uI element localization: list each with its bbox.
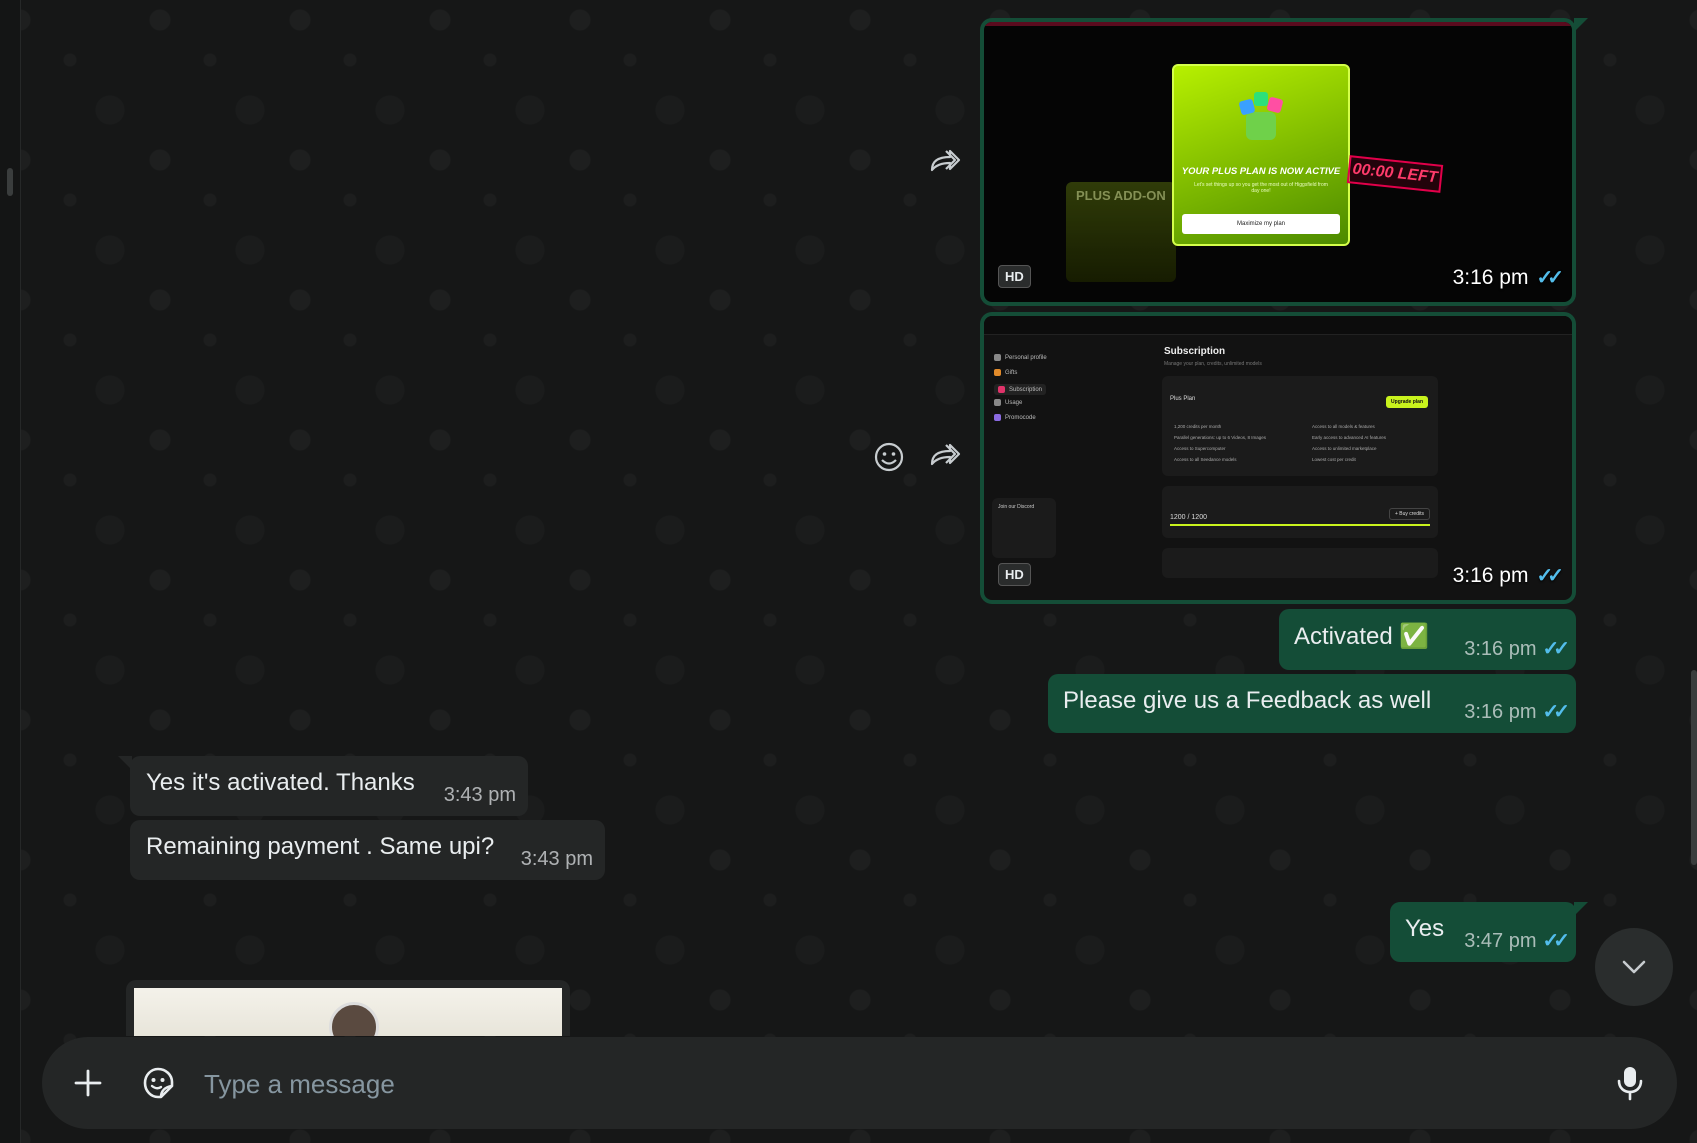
message-meta: 3:16 pm ✓✓ [1464, 697, 1570, 727]
sticker-icon [143, 1067, 174, 1099]
message-time: 3:43 pm [443, 784, 516, 806]
emoji-react-icon[interactable] [872, 440, 906, 474]
image-person [329, 1002, 379, 1036]
message-text: Yes [1405, 915, 1445, 942]
message-meta: 3:16 pm ✓✓ [1464, 634, 1570, 664]
left-scroll-thumb[interactable] [7, 168, 13, 196]
message-meta: 3:47 pm ✓✓ [1464, 926, 1570, 956]
message-text: Activated ✅ [1294, 623, 1430, 650]
maximize-plan-button: Maximize my plan [1182, 214, 1340, 234]
outgoing-message[interactable]: Activated ✅ 3:16 pm ✓✓ [1279, 609, 1576, 670]
feature-item: 1,200 credits per month [1174, 424, 1222, 429]
popup-title: YOUR PLUS PLAN IS NOW ACTIVE [1181, 166, 1341, 177]
voice-message-button[interactable] [1606, 1059, 1654, 1107]
popup-subtitle: Let's set things up so you get the most … [1194, 182, 1328, 194]
subscription-subtitle: Manage your plan, credits, unlimited mod… [1164, 361, 1262, 367]
message-text: Yes it's activated. Thanks [146, 769, 415, 796]
message-time: 3:43 pm [520, 848, 593, 870]
microphone-icon [1617, 1067, 1643, 1101]
outgoing-message[interactable]: Yes 3:47 pm ✓✓ [1390, 902, 1588, 962]
sidebar-item: Promocode [994, 414, 1036, 421]
message-meta: 3:16 pm ✓✓ [1452, 265, 1564, 290]
sidebar-item: Personal profile [994, 354, 1047, 361]
image-preview[interactable]: Personal profile Gifts Subscription Usag… [984, 316, 1572, 600]
hd-badge: HD [998, 563, 1031, 586]
message-time: 3:16 pm [1464, 638, 1537, 660]
plan-card: Plus Plan Upgrade plan 1,200 credits per… [1162, 376, 1438, 476]
plan-active-popup: YOUR PLUS PLAN IS NOW ACTIVE Let's set t… [1172, 64, 1350, 246]
buy-credits-button: + Buy credits [1388, 508, 1430, 520]
hd-badge: HD [998, 265, 1031, 288]
feature-item: Access to unlimited marketplace [1312, 446, 1377, 451]
feature-item: Early access to advanced AI features [1312, 435, 1387, 440]
image-message[interactable]: Personal profile Gifts Subscription Usag… [980, 312, 1576, 604]
credits-progress [1170, 524, 1430, 526]
feature-item: Parallel generations: up to 6 Videos, 8 … [1174, 435, 1266, 440]
credits-value: 1200 / 1200 [1170, 514, 1207, 521]
message-meta: 3:43 pm [444, 780, 516, 810]
gift-icon [1239, 92, 1283, 140]
image-message[interactable]: PLUS ADD-ON YOUR PLUS PLAN IS NOW ACTIVE… [980, 18, 1588, 306]
feature-item: Access to all Seedance models [1174, 457, 1237, 462]
plus-icon [74, 1069, 102, 1097]
forward-icon[interactable] [928, 440, 962, 474]
read-ticks-icon: ✓✓ [1536, 267, 1563, 289]
read-ticks-icon: ✓✓ [1542, 930, 1569, 952]
sticker-button[interactable] [134, 1059, 182, 1107]
image-preview[interactable]: PLUS ADD-ON YOUR PLUS PLAN IS NOW ACTIVE… [984, 22, 1572, 302]
subscription-title: Subscription [1164, 346, 1226, 357]
read-ticks-icon: ✓✓ [1536, 565, 1563, 587]
sidebar-item: Usage [994, 399, 1022, 406]
discord-card: Join our Discord [992, 498, 1056, 558]
message-time: 3:16 pm [1452, 563, 1529, 587]
outgoing-message[interactable]: Please give us a Feedback as well 3:16 p… [1048, 674, 1576, 733]
chevron-down-icon [1622, 960, 1646, 974]
chat-scrollbar[interactable] [1691, 670, 1697, 865]
read-ticks-icon: ✓✓ [1542, 701, 1569, 723]
addon-card: PLUS ADD-ON [1066, 182, 1176, 282]
scroll-to-bottom-button[interactable] [1595, 928, 1673, 1006]
image-topbar [984, 22, 1572, 26]
feature-item: Access to Supercomputer [1174, 446, 1226, 451]
message-composer [42, 1037, 1677, 1129]
incoming-message[interactable]: Yes it's activated. Thanks 3:43 pm [118, 756, 528, 816]
forward-icon[interactable] [928, 146, 962, 180]
sidebar-item: Gifts [994, 369, 1017, 376]
message-text: Please give us a Feedback as well [1063, 687, 1432, 714]
feature-item: Lowest cost per credit [1312, 457, 1356, 462]
upgrade-plan-button: Upgrade plan [1386, 396, 1428, 408]
message-time: 3:16 pm [1464, 701, 1537, 723]
message-input[interactable] [202, 1057, 1606, 1111]
addon-label: PLUS ADD-ON [1076, 188, 1166, 203]
message-meta: 3:16 pm ✓✓ [1452, 563, 1564, 588]
message-text: Remaining payment . Same upi? [146, 833, 495, 860]
credits-card: 1200 / 1200 + Buy credits [1162, 486, 1438, 538]
incoming-image-message[interactable] [126, 980, 570, 1036]
feature-item: Access to all models & features [1312, 424, 1375, 429]
countdown-badge: 00:00 LEFT [1346, 155, 1444, 193]
read-ticks-icon: ✓✓ [1542, 638, 1569, 660]
auto-refill-card [1162, 548, 1438, 578]
image-topbar [984, 316, 1572, 335]
plan-name: Plus Plan [1170, 396, 1196, 402]
message-time: 3:16 pm [1452, 265, 1529, 289]
image-preview[interactable] [134, 988, 562, 1036]
sidebar-item: Subscription [994, 384, 1047, 395]
incoming-message[interactable]: Remaining payment . Same upi? 3:43 pm [130, 820, 605, 880]
message-meta: 3:43 pm [521, 844, 593, 874]
attach-button[interactable] [64, 1059, 112, 1107]
message-time: 3:47 pm [1464, 930, 1537, 952]
